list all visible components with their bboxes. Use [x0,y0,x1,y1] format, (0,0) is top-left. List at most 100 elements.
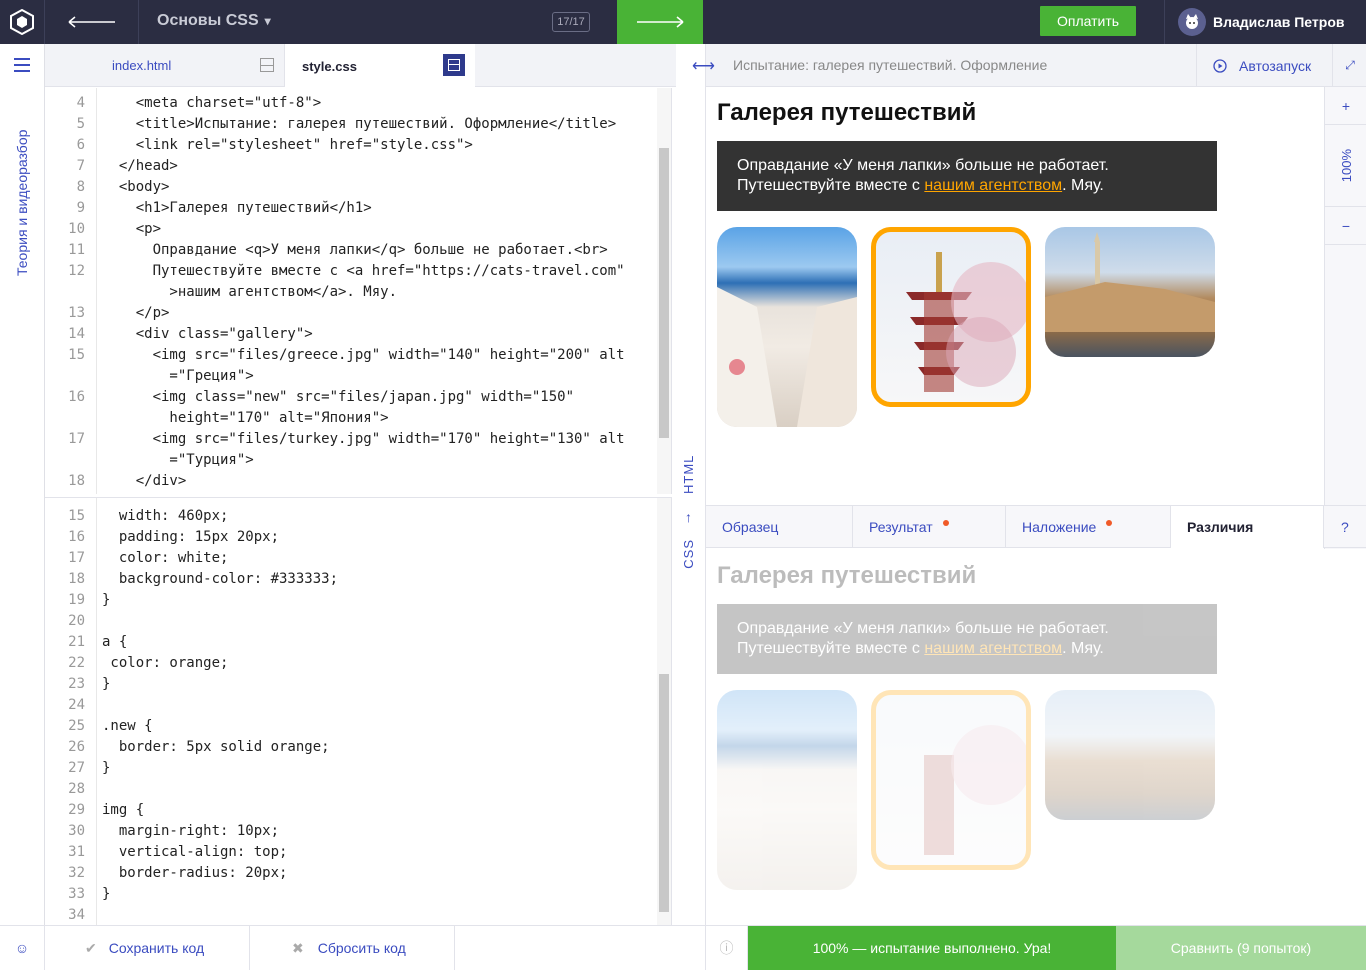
code-line[interactable]: 28 [45,779,655,800]
tab-label: index.html [112,58,172,73]
agency-link[interactable]: нашим агентством [924,177,1062,194]
resize-arrows-icon[interactable]: ⟷ [692,56,715,76]
status-dot [1106,520,1113,526]
html-panel-label[interactable]: HTML [671,88,705,494]
line-number: 17 [68,431,85,447]
save-label: Сохранить код [108,940,205,956]
user-menu[interactable]: Владислав Петров [1164,0,1366,44]
line-number: 33 [68,886,85,902]
zoom-out-button[interactable]: − [1325,207,1366,245]
code-line[interactable]: 4 <meta charset="utf-8"> [45,93,655,114]
course-title[interactable]: Основы CSS ▾ [157,12,271,30]
reset-code-button[interactable]: ✖ Сбросить код [250,926,455,970]
code-line[interactable]: 23} [45,674,655,695]
gallery [717,227,1324,427]
split-view-icon[interactable] [260,58,274,72]
code-line[interactable]: 31 vertical-align: top; [45,842,655,863]
code-line[interactable]: ="Турция"> [45,450,655,471]
css-editor[interactable]: 15 width: 460px; 16 padding: 15px 20px; 17… [45,497,671,926]
line-number: 32 [68,865,85,881]
line-number: 30 [68,823,85,839]
code-line[interactable]: 14 <div class="gallery"> [45,324,655,345]
scrollbar[interactable] [657,88,671,494]
code-line[interactable]: 10 <p> [45,219,655,240]
tab-result[interactable]: Результат [853,506,1006,548]
code-line[interactable]: 33} [45,884,655,905]
code-line[interactable]: 29 img { [45,800,655,821]
tab-index-html[interactable]: index.html [95,44,285,87]
zoom-in-button[interactable]: + [1325,87,1366,125]
info-icon[interactable]: ⓘ [705,926,748,970]
tab-overlay[interactable]: Наложение [1006,506,1171,548]
code-line[interactable]: 12 Путешествуйте вместе с <a href="https… [45,261,655,282]
next-arrow-button[interactable] [617,0,703,44]
code-line[interactable]: 17 color: white; [45,548,655,569]
code-line[interactable]: 32 border-radius: 20px; [45,863,655,884]
code-line[interactable]: 34 [45,905,655,926]
line-number: 19 [68,592,85,608]
code-line[interactable]: 17 <img src="files/turkey.jpg" width="17… [45,429,655,450]
code-line[interactable]: 6 <link rel="stylesheet" href="style.css… [45,135,655,156]
back-arrow-button[interactable] [45,0,139,44]
code-line[interactable]: 19} [45,590,655,611]
line-number: 12 [68,263,85,279]
line-number: 5 [76,116,85,132]
save-code-button[interactable]: ✔ Сохранить код [45,926,250,970]
code-line[interactable]: 20 [45,611,655,632]
feedback-icon[interactable]: ☺ [0,926,45,970]
line-number: 24 [68,697,85,713]
code-line[interactable]: 16 <img class="new" src="files/japan.jpg… [45,387,655,408]
code-text: </div> [102,473,187,489]
bottom-bar: ☺ ✔ Сохранить код ✖ Сбросить код ⓘ 100% — … [0,925,1366,970]
code-line[interactable]: >нашим агентством</a>. Мяу. [45,282,655,303]
code-line[interactable]: 18 background-color: #333333; [45,569,655,590]
code-line[interactable]: 26 border: 5px solid orange; [45,737,655,758]
line-number: 27 [68,760,85,776]
arrow-up-icon[interactable]: ↑ [685,509,692,525]
code-line[interactable]: 15 width: 460px; [45,506,655,527]
comparison-tabs: Образец Результат Наложение Различия ? [706,505,1366,548]
scrollbar[interactable] [657,498,671,926]
code-text: </head> [102,158,178,174]
css-panel-label[interactable]: ↑ CSS [671,497,705,926]
code-line[interactable]: 5 <title>Испытание: галерея путешествий.… [45,114,655,135]
code-line[interactable]: 22 color: orange; [45,653,655,674]
avatar [1178,8,1206,36]
autorun-button[interactable]: Автозапуск [1196,44,1332,87]
code-line[interactable]: 21 a { [45,632,655,653]
code-line[interactable]: 11 Оправдание <q>У меня лапки</q> больше… [45,240,655,261]
code-line[interactable]: 24 [45,695,655,716]
help-button[interactable]: ? [1324,506,1366,548]
code-line[interactable]: 13 </p> [45,303,655,324]
code-line[interactable]: ="Греция"> [45,366,655,387]
code-text: color: white; [102,550,229,566]
logo-icon[interactable] [0,0,45,44]
preview-paragraph: Оправдание «У меня лапки» больше не рабо… [717,604,1217,674]
menu-icon[interactable] [14,58,30,76]
tab-style-css[interactable]: style.css [285,44,475,88]
fullscreen-icon[interactable]: ⤢ [1332,44,1366,87]
code-line[interactable]: 9 <h1>Галерея путешествий</h1> [45,198,655,219]
tab-differences[interactable]: Различия [1171,506,1324,548]
tab-sample[interactable]: Образец [706,506,853,548]
code-line[interactable]: 25 .new { [45,716,655,737]
code-line[interactable]: 27} [45,758,655,779]
line-number: 26 [68,739,85,755]
line-number: 16 [68,389,85,405]
code-line[interactable]: 8 <body> [45,177,655,198]
code-line[interactable]: 18 </div> [45,471,655,492]
pay-button[interactable]: Оплатить [1040,6,1136,36]
code-line[interactable]: height="170" alt="Япония"> [45,408,655,429]
code-line[interactable]: 16 padding: 15px 20px; [45,527,655,548]
code-text: <img src="files/greece.jpg" width="140" … [102,347,625,363]
split-view-icon[interactable] [443,54,465,76]
line-number: 13 [68,305,85,321]
line-number: 17 [68,550,85,566]
html-editor[interactable]: 4 <meta charset="utf-8"> 5 <title>Испытан… [45,88,671,494]
code-line[interactable]: 15 <img src="files/greece.jpg" width="14… [45,345,655,366]
code-line[interactable]: 30 margin-right: 10px; [45,821,655,842]
theory-link[interactable]: Теория и видеоразбор [14,86,30,276]
compare-button[interactable]: Сравнить (9 попыток) [1116,926,1366,970]
code-line[interactable]: 7 </head> [45,156,655,177]
line-number: 23 [68,676,85,692]
